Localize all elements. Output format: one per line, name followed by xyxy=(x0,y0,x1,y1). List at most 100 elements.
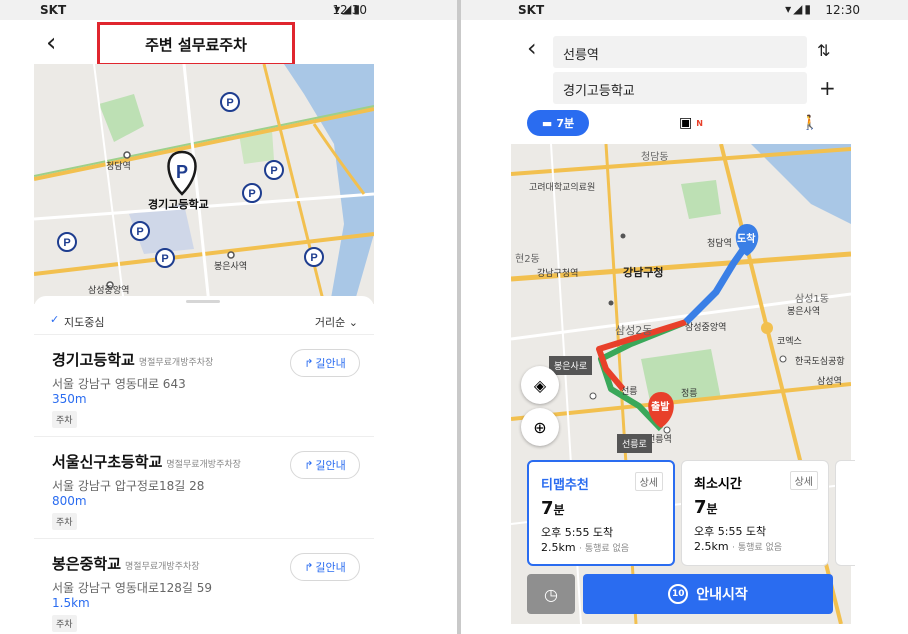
place-name: 경기고등학교 명절무료개방주차장 xyxy=(52,349,213,370)
place-category: 명절무료개방주차장 xyxy=(138,358,214,368)
place-distance: 350m xyxy=(52,392,87,406)
swap-icon[interactable]: ⇅ xyxy=(817,41,830,60)
svg-text:P: P xyxy=(63,237,70,249)
route-detail-button[interactable]: 상세 xyxy=(789,471,818,490)
road-label: 선릉로 xyxy=(617,434,652,453)
map-label-center: 경기고등학교 xyxy=(148,198,209,211)
map-label-hospital: 고려대학교의료원 xyxy=(529,183,596,193)
place-name-text: 봉은중학교 xyxy=(52,555,122,573)
map-center-filter[interactable]: 지도중심 xyxy=(64,314,104,330)
carrier-label: SKT xyxy=(40,3,67,17)
svg-text:P: P xyxy=(248,188,255,200)
route-arrival: 오후 5:55 도착 xyxy=(694,525,767,538)
start-navigation-button[interactable]: 10 안내시작 xyxy=(583,574,833,614)
tab-transit[interactable]: ▣ N xyxy=(671,110,711,136)
place-name: 서울신구초등학교 명절무료개방주차장 xyxy=(52,451,241,472)
list-item[interactable]: 서울신구초등학교 명절무료개방주차장 서울 강남구 압구정로18길 28 800m… xyxy=(34,436,374,536)
place-tag: 주차 xyxy=(52,615,77,632)
layers-icon: ◈ xyxy=(533,375,547,395)
layers-button[interactable]: ◈ xyxy=(521,366,559,404)
list-item[interactable]: 봉은중학교 명절무료개방주차장 서울 강남구 영동대로128길 59 1.5km … xyxy=(34,538,374,634)
route-arrival: 오후 5:55 도착 xyxy=(541,526,614,539)
place-distance: 800m xyxy=(52,494,87,508)
destination-field[interactable]: 경기고등학교 xyxy=(553,72,807,104)
car-icon: ▬ xyxy=(541,116,553,130)
route-button-label: 길안내 xyxy=(315,561,346,574)
check-icon: ✓ xyxy=(50,313,60,326)
carrier-label: SKT xyxy=(518,3,545,17)
route-time: 7분 xyxy=(694,497,718,518)
route-option-card[interactable]: 최소시간 상세 7분 오후 5:55 도착 2.5km · 통행료 없음 xyxy=(681,460,829,566)
tab-walk[interactable]: 🚶 xyxy=(795,110,825,136)
locate-button[interactable]: ⊕ xyxy=(521,408,559,446)
list-item[interactable]: 경기고등학교 명절무료개방주차장 서울 강남구 영동대로 643 350m 주차 … xyxy=(34,334,374,434)
svg-text:P: P xyxy=(226,97,233,109)
route-time-unit: 분 xyxy=(553,503,565,517)
route-time: 7분 xyxy=(541,498,565,519)
route-toll: · 통행료 없음 xyxy=(732,543,783,553)
place-category: 명절무료개방주차장 xyxy=(166,460,241,470)
sort-dropdown[interactable]: 거리순 ⌄ xyxy=(315,314,358,330)
clock-icon: ◷ xyxy=(544,584,558,604)
transit-new-badge: N xyxy=(696,118,703,128)
countdown-badge: 10 xyxy=(668,584,689,604)
back-icon[interactable]: ‹ xyxy=(527,34,537,62)
map-label-coex: 코엑스 xyxy=(777,337,802,347)
route-option-title: 최소시간 xyxy=(694,477,742,492)
back-icon[interactable]: ‹ xyxy=(46,28,56,58)
road-label: 봉은사로 xyxy=(549,356,593,375)
route-detail-button[interactable]: 상세 xyxy=(634,472,663,491)
map-label-park: 정릉 xyxy=(681,389,698,399)
page-title: 주변 설무료주차 xyxy=(97,22,295,66)
route-info: 2.5km · 통행료 없음 xyxy=(541,541,629,554)
route-button-label: 길안내 xyxy=(315,459,346,472)
map-canvas: P P P P P P P P xyxy=(34,64,374,304)
status-icons: ▾◢▮ xyxy=(785,2,813,16)
chevron-down-icon: ⌄ xyxy=(348,316,358,329)
map-label-area: 현2동 xyxy=(515,254,540,265)
place-distance: 1.5km xyxy=(52,596,90,610)
route-button[interactable]: ↱ 길안내 xyxy=(290,451,360,479)
place-category: 명절무료개방주차장 xyxy=(125,562,200,572)
bus-icon: ▣ xyxy=(679,115,693,131)
map-label-station: 삼성중앙역 xyxy=(685,323,727,333)
map-label-area: 삼성1동 xyxy=(795,294,829,305)
route-option-card-partial[interactable] xyxy=(835,460,855,566)
svg-text:P: P xyxy=(176,162,188,182)
route-option-card[interactable]: 티맵추천 상세 7분 오후 5:55 도착 2.5km · 통행료 없음 xyxy=(527,460,675,566)
svg-text:P: P xyxy=(270,165,277,177)
route-button[interactable]: ↱ 길안내 xyxy=(290,349,360,377)
origin-field[interactable]: 선릉역 xyxy=(553,36,807,68)
parking-map[interactable]: P P P P P P P P 경기고등학교 청담역 봉은사역 삼성중앙역 xyxy=(34,64,374,304)
route-distance: 2.5km xyxy=(694,540,729,553)
add-waypoint-icon[interactable]: + xyxy=(819,76,836,100)
place-name-text: 경기고등학교 xyxy=(52,351,135,369)
svg-text:P: P xyxy=(161,253,168,265)
place-name-text: 서울신구초등학교 xyxy=(52,453,163,471)
clock-label: 12:30 xyxy=(825,3,860,17)
route-button-label: 길안내 xyxy=(315,357,346,370)
map-label-gangnam-office: 강남구청 xyxy=(623,266,664,279)
place-name: 봉은중학교 명절무료개방주차장 xyxy=(52,553,200,574)
route-time-unit: 분 xyxy=(706,502,718,516)
sheet-handle[interactable] xyxy=(186,300,220,303)
map-label-park: 선릉 xyxy=(621,387,638,397)
map-label-bongeunsa: 봉은사역 xyxy=(214,262,248,272)
depart-time-button[interactable]: ◷ xyxy=(527,574,575,614)
turn-right-icon: ↱ xyxy=(304,560,314,574)
map-label-area: 삼성2동 xyxy=(615,324,653,337)
crosshair-icon: ⊕ xyxy=(533,417,547,437)
tab-car[interactable]: ▬ 7분 xyxy=(527,110,589,136)
coex-star-icon xyxy=(761,322,773,334)
filter-row: ✓ 지도중심 거리순 ⌄ xyxy=(34,308,374,334)
status-bar: SKT ▾◢▮ 12:30 xyxy=(461,0,908,20)
route-time-value: 7 xyxy=(541,498,554,519)
map-label-samseongjungang: 삼성중앙역 xyxy=(88,286,130,296)
route-button[interactable]: ↱ 길안내 xyxy=(290,553,360,581)
start-navigation-label: 안내시작 xyxy=(696,587,748,603)
map-label-station: 청담역 xyxy=(707,239,732,249)
dest-pin-label: 도착 xyxy=(737,234,756,245)
place-address: 서울 강남구 영동대로 643 xyxy=(52,377,186,391)
results-sheet: ✓ 지도중심 거리순 ⌄ 경기고등학교 명절무료개방주차장 서울 강남구 영동대로… xyxy=(34,296,374,634)
map-label-airport: 한국도심공항 xyxy=(795,357,845,367)
